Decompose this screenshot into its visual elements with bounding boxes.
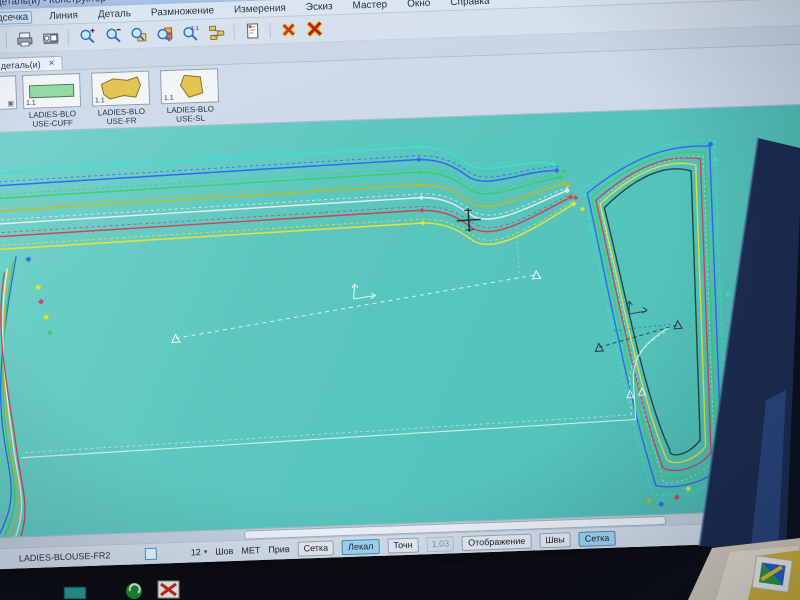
menu-okno[interactable]: Окно bbox=[404, 0, 434, 9]
menu-spravka[interactable]: Справка bbox=[447, 0, 493, 8]
current-piece-name: LADIES-BLOUSE-FR2 bbox=[18, 550, 111, 564]
zoom-in-icon[interactable] bbox=[74, 26, 98, 48]
delete-all-icon[interactable] bbox=[302, 18, 326, 40]
precision-toggle[interactable]: Точн bbox=[387, 537, 419, 554]
piece-card-col[interactable]: ▣ -BLOOL bbox=[0, 75, 18, 133]
logo-card bbox=[751, 555, 793, 593]
print-icon[interactable] bbox=[12, 28, 36, 50]
taskbar-icon-green[interactable] bbox=[126, 583, 142, 599]
piece-card-sl[interactable]: 1.1 LADIES-BLO USE-SL bbox=[159, 68, 221, 126]
toolbar-separator bbox=[5, 31, 8, 48]
zoom-window-icon[interactable] bbox=[126, 24, 150, 46]
svg-text:1:1: 1:1 bbox=[190, 26, 199, 32]
menu-master[interactable]: Мастер bbox=[349, 0, 390, 11]
piece-label: LADIES-BLO USE-FR bbox=[97, 106, 146, 127]
drawing-canvas[interactable] bbox=[0, 104, 800, 538]
piece-card-fr[interactable]: 1.1 LADIES-BLO USE-FR bbox=[90, 70, 152, 129]
lock-icon: ▣ bbox=[7, 100, 15, 108]
menu-razmnozhenie[interactable]: Размножение bbox=[148, 5, 217, 18]
photo-frame: 5 деталь(и) - Конструктор Надсечка Линия… bbox=[0, 0, 800, 600]
menu-detal[interactable]: Деталь bbox=[95, 8, 134, 20]
grid-button[interactable]: Сетка bbox=[578, 530, 616, 547]
priv-label[interactable]: Прив bbox=[268, 544, 290, 555]
menu-eskiz[interactable]: Эскиз bbox=[303, 1, 336, 13]
piece-scale: 1.1 bbox=[25, 99, 36, 107]
desk-papers bbox=[688, 538, 800, 600]
app-window: 5 деталь(и) - Конструктор Надсечка Линия… bbox=[0, 0, 800, 570]
scale-value: 1.03 bbox=[426, 535, 455, 552]
lekal-toggle[interactable]: Лекал bbox=[341, 538, 380, 555]
tab-close-icon[interactable]: × bbox=[48, 58, 54, 69]
seams-button[interactable]: Швы bbox=[539, 531, 572, 548]
toolbar-separator bbox=[269, 22, 271, 39]
toolbar-separator bbox=[67, 29, 70, 46]
piece-card-cuff[interactable]: 1.1 LADIES-BLO USE-CUFF bbox=[21, 73, 83, 131]
tab-label: USE - 5 деталь(и) bbox=[0, 59, 41, 72]
chevron-down-icon: ▾ bbox=[203, 548, 208, 557]
met-label[interactable]: МЕТ bbox=[241, 545, 260, 556]
menu-izmereniya[interactable]: Измерения bbox=[231, 2, 289, 15]
menu-nadsechka[interactable]: Надсечка bbox=[0, 10, 33, 26]
zoom-out-icon[interactable] bbox=[100, 25, 124, 47]
delete-icon[interactable] bbox=[276, 19, 300, 41]
scheme-icon[interactable] bbox=[204, 21, 228, 43]
toolbar-separator bbox=[233, 23, 235, 40]
size-dropdown[interactable]: 12 ▾ bbox=[191, 547, 208, 557]
notes-icon[interactable] bbox=[240, 20, 264, 42]
grid-toggle[interactable]: Сетка bbox=[297, 539, 335, 557]
taskbar-icon[interactable] bbox=[63, 586, 87, 600]
display-button[interactable]: Отображение bbox=[461, 533, 532, 551]
menu-liniya[interactable]: Линия bbox=[46, 9, 81, 22]
piece-scale: 1.1 bbox=[94, 97, 105, 105]
zoom-pieces-icon[interactable] bbox=[152, 23, 176, 45]
zoom-1-1-icon[interactable]: 1:1 bbox=[178, 22, 202, 44]
piece-label: LADIES-BLO USE-SL bbox=[166, 104, 215, 124]
piece-label: LADIES-BLO USE-CUFF bbox=[28, 109, 77, 129]
taskbar-icon-app[interactable] bbox=[157, 580, 180, 599]
pattern-drawing bbox=[0, 139, 731, 538]
piece-scale: 1.1 bbox=[163, 94, 174, 103]
status-checkbox[interactable] bbox=[144, 547, 158, 561]
seam-label[interactable]: Шов bbox=[215, 546, 233, 557]
plotter-icon[interactable] bbox=[38, 27, 62, 49]
